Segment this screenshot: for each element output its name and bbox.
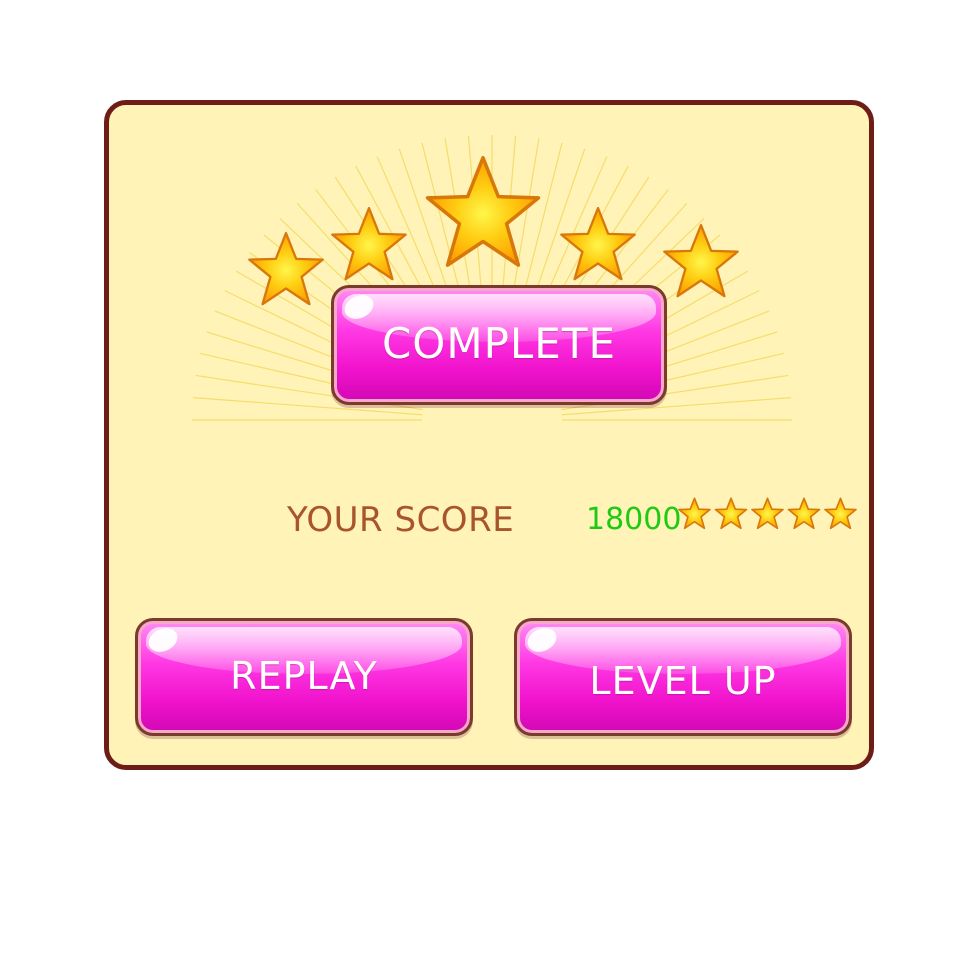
star-icon — [248, 231, 324, 306]
button-shine — [340, 290, 378, 324]
star-icon — [787, 497, 821, 530]
button-shine — [144, 623, 182, 657]
star-icon — [663, 223, 739, 298]
complete-label: COMPLETE — [381, 318, 617, 368]
score-stars-rating — [678, 497, 857, 530]
star-icon — [425, 155, 541, 267]
star-icon — [678, 497, 711, 530]
level-up-button[interactable]: LEVEL UP — [514, 618, 852, 736]
star-icon — [331, 206, 407, 281]
level-up-label: LEVEL UP — [589, 659, 777, 703]
star-icon — [824, 497, 857, 530]
score-label: YOUR SCORE — [287, 500, 515, 540]
button-shine — [523, 623, 561, 657]
replay-label: REPLAY — [230, 654, 378, 698]
star-icon — [714, 497, 748, 530]
star-icon — [560, 206, 636, 281]
score-value: 18000 — [586, 502, 682, 537]
replay-button[interactable]: REPLAY — [135, 618, 473, 736]
star-icon — [751, 497, 784, 530]
complete-banner-button[interactable]: COMPLETE — [331, 285, 667, 405]
